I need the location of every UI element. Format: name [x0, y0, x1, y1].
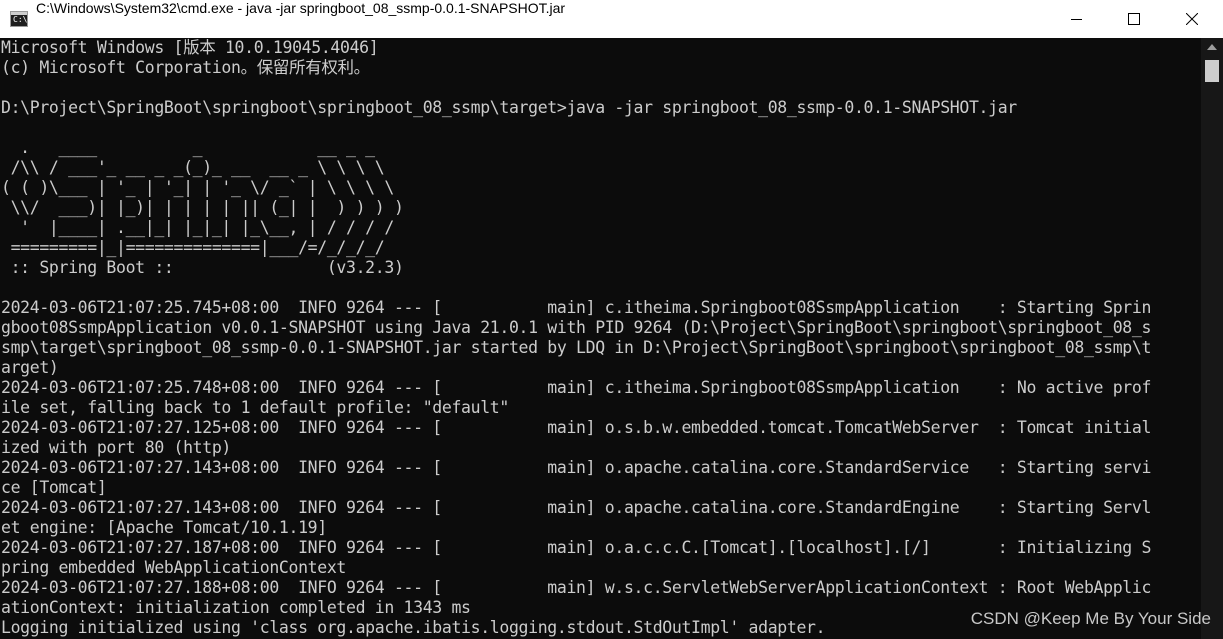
vertical-scrollbar[interactable] [1201, 38, 1223, 639]
console-line: ile set, falling back to 1 default profi… [1, 398, 509, 417]
minimize-button[interactable] [1048, 0, 1106, 38]
console-lines: Microsoft Windows [版本 10.0.19045.4046] (c… [0, 38, 1201, 638]
console-output[interactable]: Microsoft Windows [版本 10.0.19045.4046] (c… [0, 38, 1201, 639]
console-line: D:\Project\SpringBoot\springboot\springb… [1, 98, 1017, 117]
console-line: smp\target\springboot_08_ssmp-0.0.1-SNAP… [1, 338, 1152, 357]
console-line: Microsoft Windows [版本 10.0.19045.4046] [1, 38, 379, 57]
console-line: . ____ _ __ _ _ [1, 138, 375, 157]
maximize-icon [1128, 13, 1140, 25]
console-line: 2024-03-06T21:07:27.188+08:00 INFO 9264 … [1, 578, 1152, 597]
console-line: 2024-03-06T21:07:25.745+08:00 INFO 9264 … [1, 298, 1152, 317]
console-line: pring embedded WebApplicationContext [1, 558, 347, 577]
console-line: 2024-03-06T21:07:27.143+08:00 INFO 9264 … [1, 458, 1152, 477]
console-line: (c) Microsoft Corporation。保留所有权利。 [1, 58, 370, 77]
cmd-window: C:\. C:\Windows\System32\cmd.exe - java … [0, 0, 1223, 639]
close-icon [1186, 13, 1198, 25]
title-bar[interactable]: C:\. C:\Windows\System32\cmd.exe - java … [0, 0, 1223, 38]
scroll-up-arrow-icon [1207, 44, 1217, 50]
console-line: ce [Tomcat] [1, 478, 107, 497]
cmd-app-icon[interactable]: C:\. [10, 11, 32, 27]
console-line: =========|_|==============|___/=/_/_/_/ [1, 238, 385, 257]
window-title: C:\Windows\System32\cmd.exe - java -jar … [36, 0, 566, 16]
console-line: 2024-03-06T21:07:27.187+08:00 INFO 9264 … [1, 538, 1152, 557]
console-line: gboot08SsmpApplication v0.0.1-SNAPSHOT u… [1, 318, 1152, 337]
scroll-thumb[interactable] [1205, 60, 1219, 82]
console-line: arget) [1, 358, 59, 377]
app-icon-label: C:\. [13, 15, 33, 24]
minimize-icon [1071, 19, 1082, 20]
console-line: et engine: [Apache Tomcat/10.1.19] [1, 518, 327, 537]
console-line: 2024-03-06T21:07:27.143+08:00 INFO 9264 … [1, 498, 1152, 517]
scroll-up-button[interactable] [1201, 38, 1223, 56]
console-line: ( ( )\___ | '_ | '_| | '_ \/ _` | \ \ \ … [1, 178, 394, 197]
console-line: 2024-03-06T21:07:27.125+08:00 INFO 9264 … [1, 418, 1152, 437]
close-button[interactable] [1163, 0, 1221, 38]
console-line: 2024-03-06T21:07:25.748+08:00 INFO 9264 … [1, 378, 1152, 397]
console-line: /\\ / ___'_ __ _ _(_)_ __ __ _ \ \ \ \ [1, 158, 385, 177]
console-line: ized with port 80 (http) [1, 438, 232, 457]
maximize-button[interactable] [1105, 0, 1163, 38]
console-line: \\/ ___)| |_)| | | | | || (_| | ) ) ) ) [1, 198, 404, 217]
csdn-watermark: CSDN @Keep Me By Your Side [970, 609, 1211, 628]
console-line: ' |____| .__|_| |_|_| |_\__, | / / / / [1, 218, 394, 237]
console-line: :: Spring Boot :: (v3.2.3) [1, 258, 404, 277]
